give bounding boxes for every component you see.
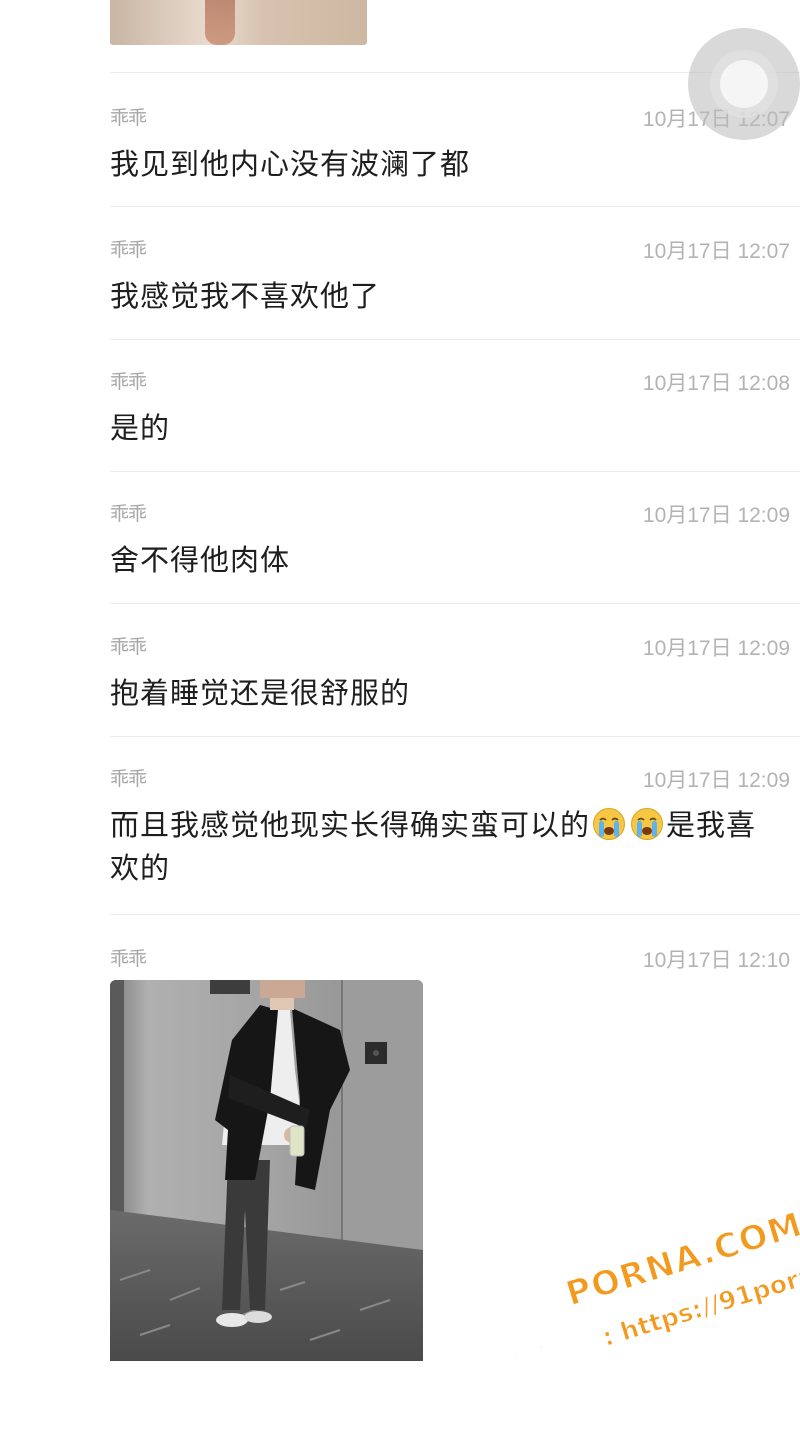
divider [110, 914, 800, 915]
message-text: 我感觉我不喜欢他了 [110, 279, 381, 313]
divider [110, 206, 800, 207]
message-text: 我见到他内心没有波澜了都 [110, 147, 471, 181]
divider [110, 339, 800, 340]
message-text: 而且我感觉他现实长得确实蛮可以的 是我喜欢的 [110, 804, 780, 890]
sender-name: 乖乖 [110, 107, 147, 129]
message-time: 10月17日 12:07 [642, 240, 790, 263]
message-text: 抱着睡觉还是很舒服的 [110, 676, 411, 710]
message-text: 是的 [110, 411, 171, 445]
sender-name: 乖乖 [110, 503, 147, 525]
message-time: 10月17日 12:09 [642, 769, 790, 792]
person-photo [110, 980, 423, 1361]
photo-attachment[interactable] [110, 980, 423, 1361]
assistive-touch-button[interactable] [688, 28, 800, 140]
divider [110, 471, 800, 472]
sender-name: 乖乖 [110, 371, 147, 393]
sender-name: 乖乖 [110, 636, 147, 658]
message-text: 舍不得他肉体 [110, 543, 291, 577]
message-time: 10月17日 12:08 [642, 372, 790, 395]
message-text-part: 而且我感觉他现实长得确实蛮可以的 [110, 808, 591, 842]
watermark: PORNA.COM 看完整版: https://91porna75.com [484, 1195, 800, 1444]
divider [110, 736, 800, 737]
divider [110, 603, 800, 604]
sender-name: 乖乖 [110, 948, 147, 970]
crying-face-icon [631, 808, 664, 840]
crying-face-icon [593, 808, 626, 840]
sender-name: 乖乖 [110, 239, 147, 261]
message-text-part: 是我喜 [666, 808, 757, 842]
sender-name: 乖乖 [110, 768, 147, 790]
message-time: 10月17日 12:09 [642, 504, 790, 527]
message-time: 10月17日 12:09 [642, 637, 790, 660]
previous-image-attachment[interactable] [110, 0, 367, 45]
message-time: 10月17日 12:10 [642, 949, 790, 972]
message-text-part: 欢的 [110, 851, 171, 885]
